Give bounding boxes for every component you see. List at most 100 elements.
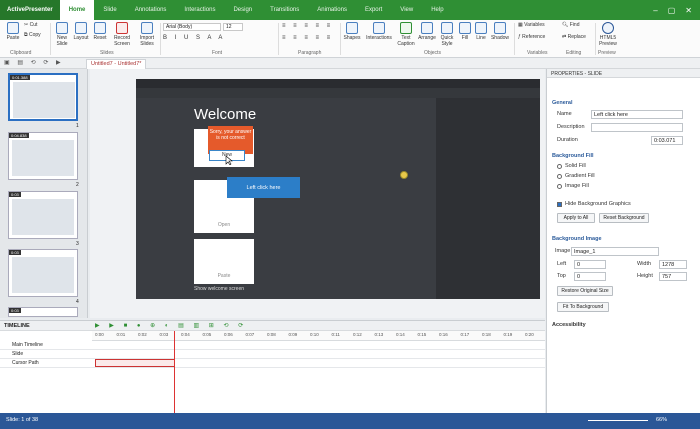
- close-icon[interactable]: ✕: [685, 6, 692, 15]
- tab-view[interactable]: View: [391, 0, 422, 20]
- apply-to-all-button[interactable]: Apply to All: [557, 213, 595, 223]
- slide-duration: 0:03: [9, 192, 21, 197]
- html5-preview-button[interactable]: HTML5 Preview: [597, 22, 619, 47]
- layout-icon: [75, 22, 87, 34]
- paragraph-group-label: Paragraph: [298, 50, 322, 56]
- tab-interactions[interactable]: Interactions: [175, 0, 224, 20]
- cut-button[interactable]: ✂ Cut: [24, 22, 46, 28]
- open-label: Open: [217, 222, 231, 228]
- timeline-row-main[interactable]: Main Timeline: [0, 341, 545, 350]
- timeline-row-cursor-path[interactable]: Cursor Path: [0, 359, 545, 368]
- font-group-label: Font: [212, 50, 223, 56]
- new-slide-button[interactable]: New Slide: [54, 22, 70, 47]
- tab-home[interactable]: Home: [59, 0, 95, 20]
- zoom-slider[interactable]: [588, 420, 648, 421]
- slide-thumbnail[interactable]: 0:03: [8, 307, 78, 317]
- quick-style-button[interactable]: Quick Style: [438, 22, 456, 47]
- image-fill-radio[interactable]: [557, 184, 562, 189]
- shapes-button[interactable]: Shapes: [342, 22, 362, 41]
- paste-button[interactable]: Paste: [4, 22, 22, 41]
- fill-label: Fill: [461, 35, 469, 41]
- tab-help[interactable]: Help: [422, 0, 452, 20]
- height-field[interactable]: 757: [659, 272, 687, 281]
- tab-annotations[interactable]: Annotations: [126, 0, 176, 20]
- import-slides-button[interactable]: Import Slides: [136, 22, 158, 47]
- font-size-select[interactable]: 12: [223, 23, 243, 31]
- general-section[interactable]: General: [552, 100, 572, 106]
- document-tab[interactable]: Untitled7 - Untitled7*: [86, 59, 147, 69]
- name-field[interactable]: Left click here: [591, 110, 683, 119]
- timeline-controls[interactable]: ▶ ▶ ■ ● ⊕ ◐ ▤ ▥ ⊞ ⟲ ⟳: [95, 322, 247, 329]
- click-area-box[interactable]: Left click here: [227, 177, 300, 198]
- reference-button[interactable]: ƒ Reference: [518, 34, 558, 40]
- paste-icon: [7, 22, 19, 34]
- solid-fill-radio[interactable]: [557, 164, 562, 169]
- slide-thumbnail[interactable]: 0:03: [8, 249, 78, 297]
- cursor-path-point[interactable]: [400, 171, 408, 179]
- hide-background-checkbox[interactable]: [557, 202, 562, 207]
- replace-label: Replace: [567, 34, 586, 40]
- restore-original-size-button[interactable]: Restore Original Size: [557, 286, 613, 296]
- fit-to-background-button[interactable]: Fit To Background: [557, 302, 609, 312]
- interactions-button[interactable]: Interactions: [364, 22, 394, 41]
- timeline-tick: 0:12: [353, 332, 362, 337]
- find-button[interactable]: 🔍︎ Find: [562, 22, 594, 28]
- timeline-tick: 0:18: [482, 332, 491, 337]
- width-field[interactable]: 1278: [659, 260, 687, 269]
- image-fill-label: Image Fill: [565, 183, 589, 189]
- duration-field[interactable]: 0:03.071: [651, 136, 683, 145]
- slide-count: Slide: 1 of 38: [6, 417, 39, 423]
- minimize-icon[interactable]: –: [653, 6, 657, 15]
- replace-button[interactable]: ⇄ Replace: [562, 34, 596, 40]
- record-screen-button[interactable]: Record Screen: [110, 22, 134, 47]
- line-button[interactable]: Line: [474, 22, 488, 41]
- font-format-buttons[interactable]: B I U S A A: [163, 35, 273, 41]
- top-field[interactable]: 0: [574, 272, 606, 281]
- fill-icon: [459, 22, 471, 34]
- reset-button[interactable]: Reset: [92, 22, 108, 41]
- copy-button[interactable]: ⧉ Copy: [24, 32, 46, 38]
- paragraph-buttons[interactable]: ≡ ≡ ≡ ≡ ≡: [282, 23, 337, 29]
- height-label: Height: [637, 273, 653, 279]
- slide-thumbnail[interactable]: 0:01.388: [8, 73, 78, 121]
- width-label: Width: [637, 261, 652, 267]
- reset-background-button[interactable]: Reset Background: [599, 213, 649, 223]
- timeline-ruler[interactable]: 0:00 0:01 0:02 0:03 0:04 0:05 0:06 0:07 0:08 0:09…: [92, 331, 545, 341]
- menu-bar: ActivePresenter Home Slide Annotations I…: [0, 0, 700, 20]
- alignment-buttons[interactable]: ≡ ≡ ≡ ≡ ≡: [282, 35, 337, 41]
- tab-slide[interactable]: Slide: [94, 0, 125, 20]
- left-field[interactable]: 0: [574, 260, 606, 269]
- playhead[interactable]: [174, 331, 175, 414]
- ribbon: Paste ✂ Cut ⧉ Copy Clipboard New Slide L…: [0, 20, 700, 58]
- font-name-select[interactable]: Arial (Body): [163, 23, 221, 31]
- slide-canvas[interactable]: Welcome Open Paste Sorry, your answer is…: [136, 79, 540, 299]
- arrange-button[interactable]: Arrange: [418, 22, 436, 41]
- tab-animations[interactable]: Animations: [308, 0, 356, 20]
- shadow-button[interactable]: Shadow: [490, 22, 510, 41]
- tab-design[interactable]: Design: [224, 0, 261, 20]
- cursor-path-track[interactable]: [95, 359, 175, 367]
- text-caption-button[interactable]: Text Caption: [396, 22, 416, 47]
- layout-button[interactable]: Layout: [72, 22, 90, 41]
- accessibility-section[interactable]: Accessibility: [552, 322, 586, 328]
- paste-label: Paste: [217, 273, 231, 279]
- timeline-tick: 0:13: [374, 332, 384, 337]
- description-field[interactable]: [591, 123, 683, 132]
- fill-button[interactable]: Fill: [458, 22, 472, 41]
- background-image-section[interactable]: Background Image: [552, 236, 602, 242]
- quick-access-icons[interactable]: ▣ ▤ ⟲ ⟳ ▶: [4, 59, 64, 66]
- maximize-icon[interactable]: ▢: [668, 6, 676, 15]
- background-fill-section[interactable]: Background Fill: [552, 153, 594, 159]
- import-label: Import Slides: [139, 35, 155, 47]
- variables-button[interactable]: ▦ Variables: [518, 22, 558, 28]
- show-welcome-checkbox[interactable]: Show welcome screen: [194, 286, 244, 292]
- tab-export[interactable]: Export: [356, 0, 391, 20]
- tab-transitions[interactable]: Transitions: [261, 0, 308, 20]
- gradient-fill-radio[interactable]: [557, 174, 562, 179]
- image-field[interactable]: Image_1: [571, 247, 659, 256]
- app-menu-button[interactable]: ActivePresenter: [0, 0, 60, 20]
- timeline-row-slide[interactable]: Slide: [0, 350, 545, 359]
- divider: [595, 23, 596, 55]
- slide-thumbnail[interactable]: 0:04.838: [8, 132, 78, 180]
- slide-thumbnail[interactable]: 0:03: [8, 191, 78, 239]
